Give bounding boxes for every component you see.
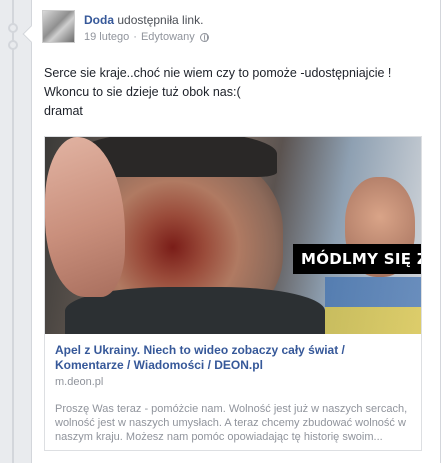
link-details: Apel z Ukrainy. Niech to wideo zobaczy c… [45,334,421,444]
timeline-dot [8,23,18,33]
avatar[interactable] [42,10,75,43]
post-meta: Doda udostępniła link. 19 lutego · Edyto… [84,10,209,46]
image-banner-text: MÓDLMY SIĘ ZA UK [293,244,421,274]
meta-separator: · [133,31,137,43]
globe-icon[interactable] [199,32,209,42]
link-domain: m.deon.pl [55,376,104,388]
card-pointer [22,25,40,43]
link-description-line: Proszę Was teraz - pomóżcie nam. Wolność… [55,403,408,415]
post-text-line: Wkoncu to sie dzieje tuż obok nas:( [44,85,241,99]
link-title[interactable]: Apel z Ukrainy. Niech to wideo zobaczy c… [55,343,411,373]
link-description-line: naszym kraju. Możesz nam pomóc opowiadaj… [55,431,383,443]
link-title-line: Komentarze / Wiadomości / DEON.pl [55,358,263,372]
link-description: Proszę Was teraz - pomóżcie nam. Wolność… [55,402,411,444]
timeline-dot [8,40,18,50]
link-title-line: Apel z Ukrainy. Niech to wideo zobaczy c… [55,343,345,357]
link-description-line: wolność jest w naszych umysłach. A teraz… [55,417,406,429]
post-timestamp-row: 19 lutego · Edytowany [84,31,209,43]
post-date[interactable]: 19 lutego [84,31,129,43]
author-name[interactable]: Doda [84,13,114,27]
timeline-spine [12,0,14,463]
post-action: udostępniła link. [117,13,204,27]
post-text-line: dramat [44,104,83,118]
shared-link-card[interactable]: MÓDLMY SIĘ ZA UK Apel z Ukrainy. Niech t… [44,136,422,451]
image-flag [325,277,421,334]
post-headline: Doda udostępniła link. [84,13,209,27]
post-text-line: Serce sie kraje..choć nie wiem czy to po… [44,66,392,80]
link-preview-image[interactable]: MÓDLMY SIĘ ZA UK [45,137,421,334]
post-message: Serce sie kraje..choć nie wiem czy to po… [44,64,434,121]
post-header: Doda udostępniła link. 19 lutego · Edyto… [42,10,209,46]
post-card: Doda udostępniła link. 19 lutego · Edyto… [22,0,441,463]
edited-label[interactable]: Edytowany [141,31,195,43]
